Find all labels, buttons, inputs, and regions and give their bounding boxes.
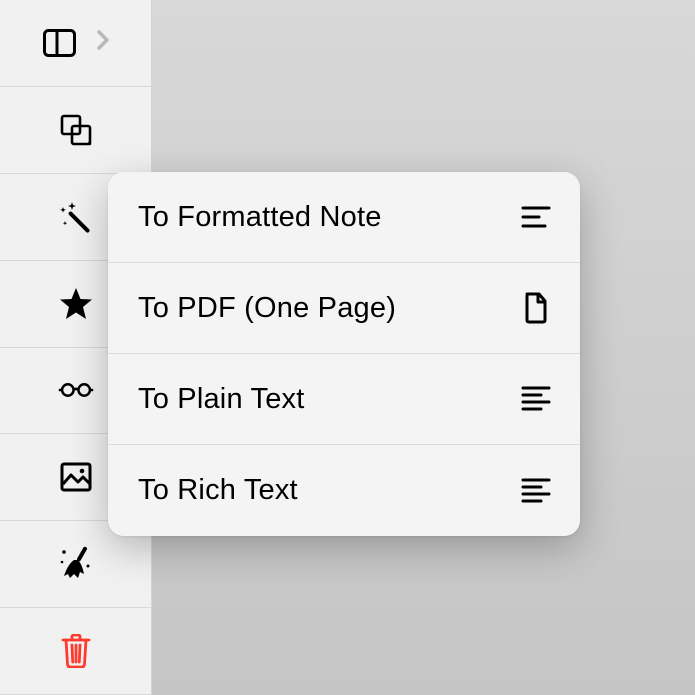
chevron-right-icon [96, 29, 110, 56]
text-left-icon [520, 383, 552, 415]
merge-icon [58, 112, 94, 148]
menu-item-label: To Plain Text [138, 383, 305, 416]
broom-icon [58, 546, 94, 582]
text-lines-icon [520, 201, 552, 233]
menu-item-plain-text[interactable]: To Plain Text [108, 354, 580, 445]
trash-icon [58, 633, 94, 669]
glasses-icon [58, 372, 94, 408]
sidebar-item-panel[interactable] [0, 0, 151, 87]
menu-item-formatted-note[interactable]: To Formatted Note [108, 172, 580, 263]
panel-icon [42, 25, 78, 61]
menu-item-rich-text[interactable]: To Rich Text [108, 445, 580, 536]
convert-menu: To Formatted Note To PDF (One Page) To P… [108, 172, 580, 536]
menu-item-label: To Formatted Note [138, 201, 382, 234]
menu-item-pdf[interactable]: To PDF (One Page) [108, 263, 580, 354]
image-icon [58, 459, 94, 495]
text-left-icon [520, 475, 552, 507]
menu-item-label: To PDF (One Page) [138, 292, 396, 325]
sidebar-item-merge[interactable] [0, 87, 151, 174]
document-icon [520, 292, 552, 324]
sidebar-item-trash[interactable] [0, 608, 151, 695]
menu-item-label: To Rich Text [138, 474, 298, 507]
star-icon [58, 286, 94, 322]
wand-icon [58, 199, 94, 235]
